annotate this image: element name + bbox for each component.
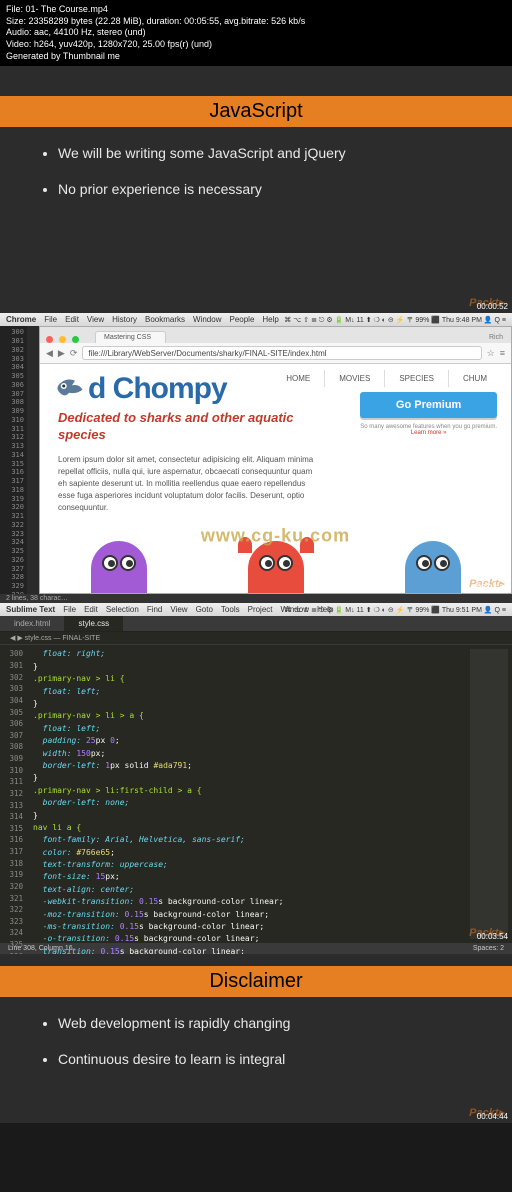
slide-disclaimer: Disclaimer Web development is rapidly ch… [0,954,512,1123]
nav-chum[interactable]: CHUM [448,370,501,387]
nav-movies[interactable]: MOVIES [324,370,384,387]
address-bar[interactable]: file:///Library/WebServer/Documents/shar… [82,346,481,360]
site-tagline: Dedicated to sharks and other aquatic sp… [58,410,314,444]
editor-timestamp: 00:03:54 [477,932,508,941]
site-nav: HOME MOVIES SPECIES CHUM [272,370,501,387]
window-close-icon[interactable] [46,336,53,343]
code-content[interactable]: float: right; } .primary-nav > li { floa… [27,645,466,943]
whale-icon [405,541,461,593]
back-icon[interactable]: ◀ [46,348,53,359]
browser-tab[interactable]: Mastering CSS [95,331,166,343]
menu-people[interactable]: People [229,315,254,324]
nav-home[interactable]: HOME [272,370,324,387]
meta-file: File: 01- The Course.mp4 [6,4,506,16]
menu-help[interactable]: Help [262,315,278,324]
status-indent[interactable]: Spaces: 2 [473,945,504,952]
webpage-content: HOME MOVIES SPECIES CHUM d Chompy Go Pre… [40,364,511,593]
editor-line-gutter: 3003013023033043053063073083093103113123… [0,645,27,943]
browser-timestamp: 00:02:22 [477,583,508,592]
menu-icon[interactable]: ≡ [500,348,505,358]
menu-selection[interactable]: Selection [106,605,139,614]
minimap[interactable] [470,649,508,939]
menu-find[interactable]: Find [147,605,163,614]
browser-tabstrip: Mastering CSS Rich [40,327,511,343]
editor-tabstrip: index.html style.css [0,616,512,632]
forward-icon[interactable]: ▶ [58,348,65,359]
menu-window[interactable]: Window [193,315,221,324]
meta-audio: Audio: aac, 44100 Hz, stereo (und) [6,27,506,39]
star-icon[interactable]: ☆ [487,348,495,359]
premium-learn-more[interactable]: Learn more » [360,430,497,436]
reload-icon[interactable]: ⟳ [70,348,78,359]
menubar-tray-icons: ⌘ ⌥ ⇧ ≣ ⎋ ⚙ 🔋 M↓ 11 ⬆ ❍ ◐ ⊝ ⚡ 〒 99% ⬛ Th… [284,315,506,325]
slide2-timestamp: 00:04:44 [477,1112,508,1121]
sublime-window: index.html style.css ◀ ▶ style.css — FIN… [0,616,512,954]
menu-file[interactable]: File [44,315,57,324]
browser-screenshot: 3003013023033043053063073083093103113123… [0,326,512,594]
window-zoom-icon[interactable] [72,336,79,343]
meta-video: Video: h264, yuv420p, 1280x720, 25.00 fp… [6,39,506,51]
crab-icon [248,541,304,593]
site-brand: d Chompy [88,372,227,406]
slide1-timestamp: 00:00:52 [477,302,508,311]
menu-bookmarks[interactable]: Bookmarks [145,315,185,324]
creature-row [40,539,511,593]
chrome-profile-name[interactable]: Rich [481,332,511,343]
menu-edit[interactable]: Edit [84,605,98,614]
chrome-window: Mastering CSS Rich ◀ ▶ ⟳ file:///Library… [39,326,512,594]
menu-edit[interactable]: Edit [65,315,79,324]
menu-file[interactable]: File [63,605,76,614]
menu-view[interactable]: View [87,315,104,324]
meta-gen: Generated by Thumbnail me [6,51,506,63]
octopus-icon [91,541,147,593]
editor-tab-style[interactable]: style.css [64,616,123,631]
slide2-bullet-1: Web development is rapidly changing [58,1015,480,1031]
bg-editor-statusbar: 2 lines, 38 charac… [0,594,512,603]
menu-project[interactable]: Project [248,605,273,614]
nav-species[interactable]: SPECIES [384,370,448,387]
slide1-bullet-2: No prior experience is necessary [58,181,480,197]
slide2-title: Disclaimer [0,966,512,997]
slide1-bullet-1: We will be writing some JavaScript and j… [58,145,480,161]
menu-history[interactable]: History [112,315,137,324]
meta-size: Size: 23358289 bytes (22.28 MiB), durati… [6,16,506,28]
video-metadata-block: File: 01- The Course.mp4 Size: 23358289 … [0,0,512,66]
shark-logo-icon [54,376,84,402]
site-body-text: Lorem ipsum dolor sit amet, consectetur … [58,454,314,514]
menu-goto[interactable]: Goto [196,605,213,614]
editor-tab-index[interactable]: index.html [0,616,64,631]
menu-tools[interactable]: Tools [221,605,240,614]
chrome-app-name: Chrome [6,315,36,324]
bg-editor-gutter: 3003013023033043053063073083093103113123… [0,326,27,594]
editor-breadcrumb: ◀ ▶ style.css — FINAL-SITE [0,632,512,645]
sublime-app-name: Sublime Text [6,605,55,614]
mac-menubar-sublime: Sublime Text File Edit Selection Find Vi… [0,603,512,616]
browser-toolbar: ◀ ▶ ⟳ file:///Library/WebServer/Document… [40,343,511,364]
watermark-text: www.cg-ku.com [201,526,350,547]
slide-javascript: JavaScript We will be writing some JavaS… [0,66,512,313]
go-premium-button[interactable]: Go Premium [360,392,497,418]
menu-view[interactable]: View [170,605,187,614]
menubar-tray-icons: ⌘ ⌥ ⇧ ≣ ⎋ ⚙ 🔋 M↓ 11 ⬆ ❍ ◐ ⊝ ⚡ 〒 99% ⬛ Th… [284,605,506,615]
slide1-title: JavaScript [0,96,512,127]
window-minimize-icon[interactable] [59,336,66,343]
mac-menubar-chrome: Chrome File Edit View History Bookmarks … [0,313,512,326]
slide2-bullet-2: Continuous desire to learn is integral [58,1051,480,1067]
